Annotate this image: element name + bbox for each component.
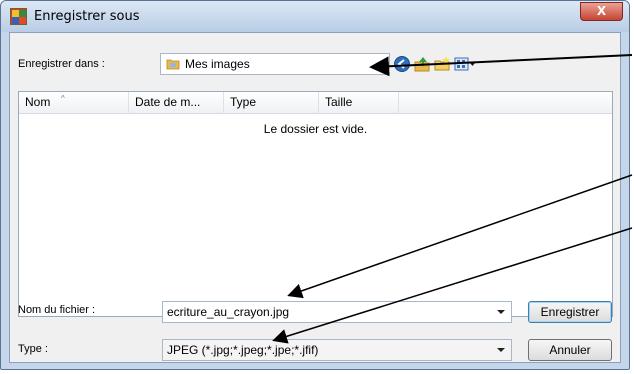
file-type-value: JPEG (*.jpg;*.jpeg;*.jpe;*.jfif) (167, 343, 319, 357)
column-header-type[interactable]: Type (224, 92, 319, 114)
location-value: Mes images (185, 57, 250, 71)
new-folder-icon[interactable] (433, 55, 451, 73)
close-icon: X (596, 4, 607, 18)
window-title: Enregistrer sous (34, 9, 140, 24)
title-bar[interactable]: Enregistrer sous X (1, 1, 629, 32)
dropdown-arrow-icon[interactable] (497, 310, 505, 314)
location-combo[interactable]: Mes images (160, 53, 390, 75)
dialog-body: Enregistrer dans : Mes images Nom ^ Date… (9, 32, 621, 363)
column-header-name[interactable]: Nom ^ (19, 92, 129, 114)
file-list-header: Nom ^ Date de m... Type Taille (19, 92, 612, 114)
app-icon (10, 8, 27, 25)
filename-input[interactable]: ecriture_au_crayon.jpg (162, 301, 512, 323)
up-folder-icon[interactable] (413, 55, 431, 73)
empty-folder-message: Le dossier est vide. (263, 122, 368, 136)
folder-icon (166, 59, 180, 70)
save-as-dialog: Enregistrer sous X Enregistrer dans : Me… (0, 0, 630, 370)
cancel-button[interactable]: Annuler (528, 339, 612, 361)
save-button[interactable]: Enregistrer (528, 301, 612, 323)
column-header-date[interactable]: Date de m... (129, 92, 224, 114)
sort-ascending-icon: ^ (61, 94, 65, 103)
column-header-size[interactable]: Taille (319, 92, 399, 114)
type-label: Type : (18, 343, 48, 355)
save-in-label: Enregistrer dans : (18, 58, 105, 70)
file-type-select[interactable]: JPEG (*.jpg;*.jpeg;*.jpe;*.jfif) (162, 339, 512, 361)
filename-value: ecriture_au_crayon.jpg (167, 305, 290, 319)
view-menu-icon[interactable] (453, 55, 477, 73)
file-list[interactable]: Nom ^ Date de m... Type Taille Le dossie… (18, 91, 613, 317)
back-icon[interactable] (393, 55, 411, 73)
filename-label: Nom du fichier : (18, 304, 96, 316)
dropdown-arrow-icon[interactable] (497, 348, 505, 352)
close-button[interactable]: X (580, 2, 623, 21)
